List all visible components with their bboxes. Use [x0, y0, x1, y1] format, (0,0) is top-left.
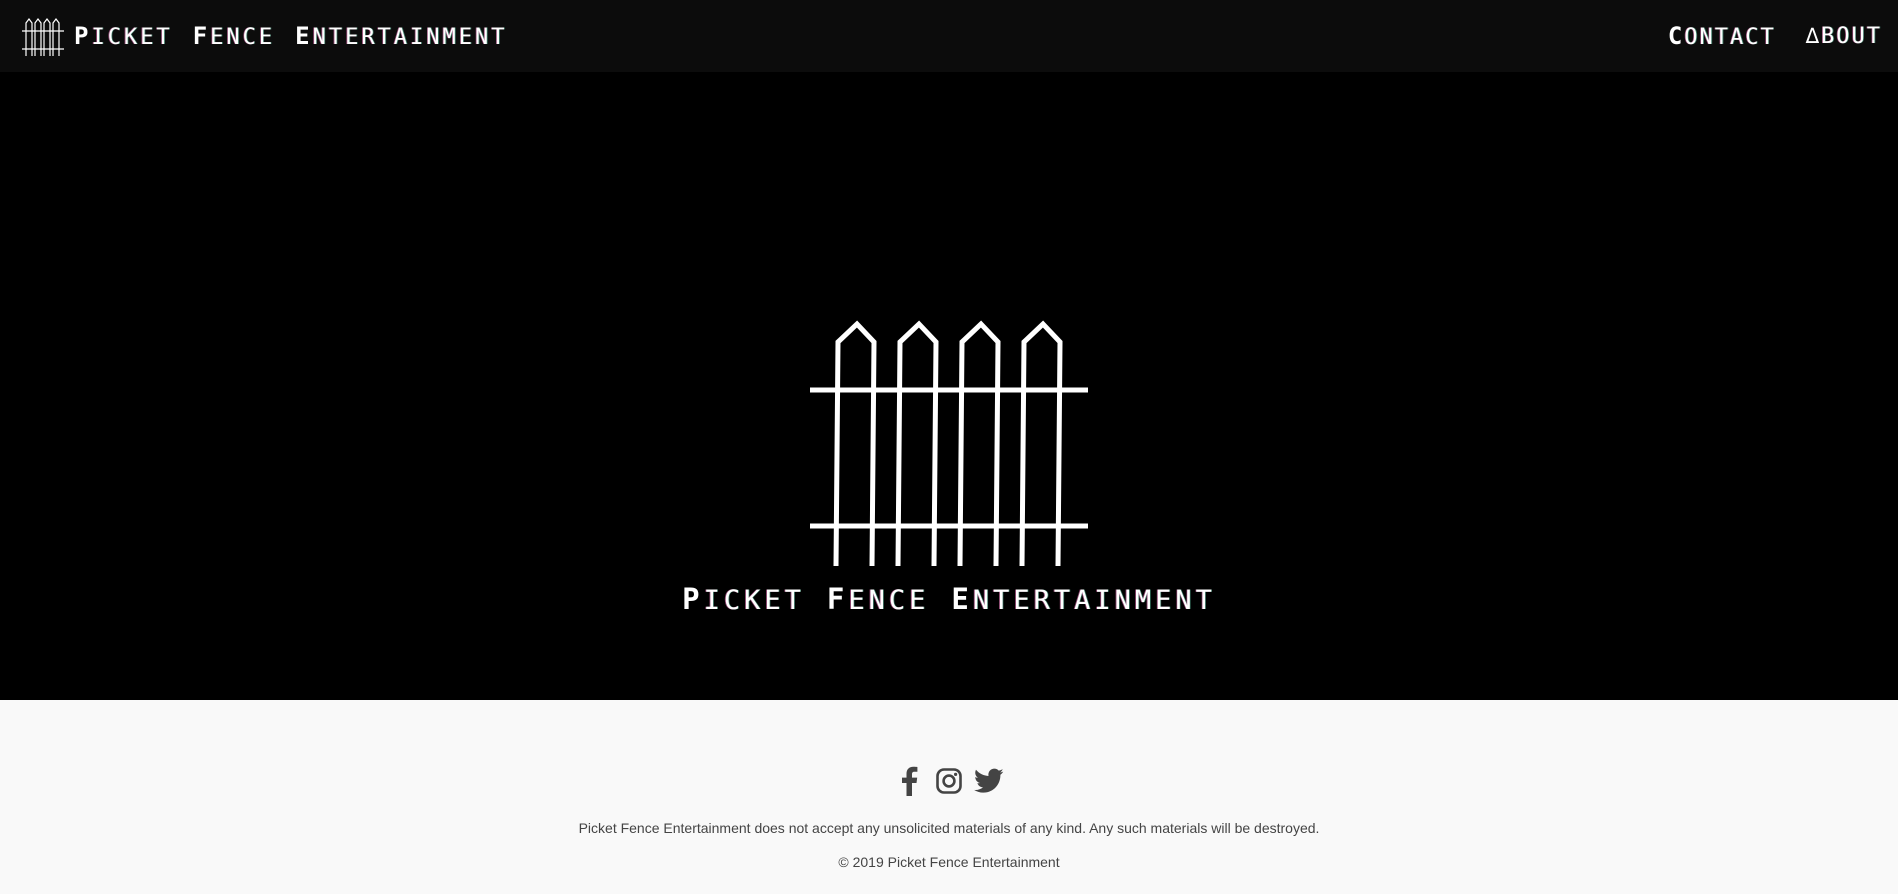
hero: P ICKET F ENCE E NTERTAINMENT	[0, 72, 1898, 700]
nav-about-link[interactable]: ∆ BOUT	[1806, 24, 1882, 49]
hero-word-3: E NTERTAINMENT	[951, 582, 1216, 616]
hero-word-2: F ENCE	[827, 582, 930, 616]
hero-wordmark: P ICKET F ENCE E NTERTAINMENT	[682, 582, 1216, 616]
facebook-link[interactable]	[894, 766, 924, 796]
nav-about-rest: BOUT	[1821, 23, 1882, 49]
brand-word-1: P ICKET	[74, 22, 173, 50]
nav-about-initial: ∆	[1805, 23, 1822, 49]
nav-contact-rest: ONTACT	[1684, 25, 1776, 50]
nav-links: C ONTACT ∆ BOUT	[1638, 22, 1882, 50]
brand-word-1-initial: P	[74, 22, 92, 50]
brand-word-2: F ENCE	[193, 22, 275, 50]
instagram-icon	[936, 768, 962, 794]
nav-contact-initial: C	[1667, 22, 1685, 50]
copyright-text: © 2019 Picket Fence Entertainment	[838, 854, 1060, 870]
disclaimer-text: Picket Fence Entertainment does not acce…	[578, 820, 1320, 836]
instagram-link[interactable]	[934, 766, 964, 796]
twitter-link[interactable]	[974, 766, 1004, 796]
twitter-icon	[974, 768, 1004, 793]
brand-wordmark: P ICKET F ENCE E NTERTAINMENT	[74, 22, 508, 50]
brand-word-2-initial: F	[192, 22, 211, 50]
brand-word-3-rest: NTERTAINMENT	[312, 25, 508, 50]
brand-word-3: E NTERTAINMENT	[295, 22, 507, 50]
hero-word-3-initial: E	[951, 582, 973, 616]
fence-logo-icon	[22, 18, 64, 56]
footer: Picket Fence Entertainment does not acce…	[0, 700, 1898, 894]
brand-word-2-rest: ENCE	[210, 25, 276, 50]
social-links	[0, 766, 1898, 796]
navbar: P ICKET F ENCE E NTERTAINMENT C ONTACT ∆ BOUT	[0, 0, 1898, 72]
brand-word-1-rest: ICKET	[91, 25, 173, 50]
hero-word-2-rest: ENCE	[848, 585, 930, 616]
hero-word-3-rest: NTERTAINMENT	[972, 585, 1216, 616]
hero-word-2-initial: F	[826, 582, 849, 616]
nav-contact-link[interactable]: C ONTACT	[1668, 22, 1776, 50]
hero-word-1-rest: ICKET	[703, 585, 805, 616]
hero-title: P ICKET F ENCE E NTERTAINMENT	[0, 582, 1898, 616]
brand-home-link[interactable]: P ICKET F ENCE E NTERTAINMENT	[22, 16, 508, 56]
hero-word-1: P ICKET	[682, 582, 805, 616]
facebook-icon	[902, 766, 918, 796]
hero-word-1-initial: P	[682, 582, 704, 616]
brand-word-3-initial: E	[295, 22, 313, 50]
fence-logo-large-icon	[810, 320, 1088, 567]
